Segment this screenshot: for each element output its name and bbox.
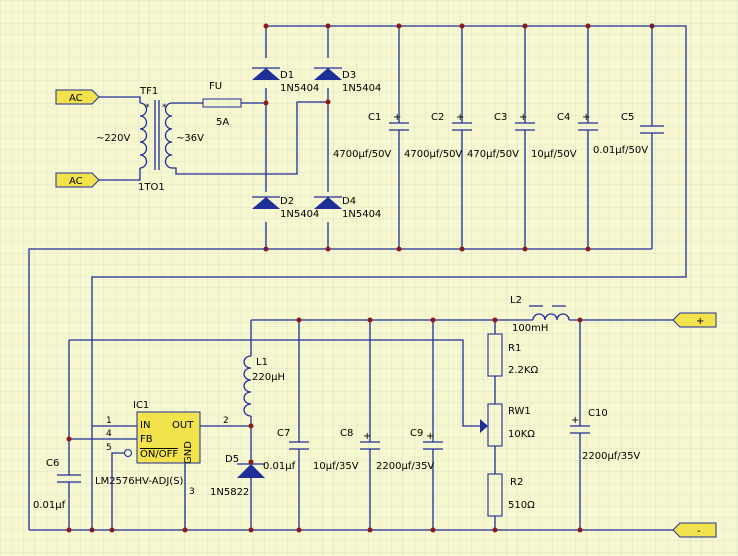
d4-ref: D4 [342, 196, 356, 207]
tf1-part: 1TO1 [138, 182, 165, 193]
c5-ref: C5 [621, 112, 634, 123]
c3-ref: C3 [494, 112, 507, 123]
c8-value: 10μf/35V [313, 461, 359, 472]
c10-value: 2200μf/35V [582, 451, 640, 462]
ic1-pin4-number: 4 [106, 429, 112, 439]
fuse-ref: FU [209, 81, 222, 92]
svg-text:+: + [582, 112, 590, 123]
fuse-value: 5A [216, 117, 229, 128]
ic1-in-pin: IN [140, 420, 150, 431]
tf1-primary-voltage: ~220V [96, 133, 130, 144]
d3-part: 1N5404 [342, 83, 381, 94]
ac-port-top-label: AC [69, 93, 83, 104]
c1-ref: C1 [368, 112, 381, 123]
l2-value: 100mH [512, 323, 548, 334]
svg-text:+: + [426, 431, 434, 442]
d3-ref: D3 [342, 70, 356, 81]
r1-value: 2.2KΩ [508, 365, 538, 376]
ac-port-bottom-label: AC [69, 176, 83, 187]
r2-ref: R2 [510, 477, 523, 488]
rw1-ref: RW1 [508, 406, 531, 417]
c9-ref: C9 [410, 428, 423, 439]
svg-text:+: + [571, 415, 579, 426]
c5-value: 0.01μf/50V [593, 145, 648, 156]
schematic-canvas: AC AC * * TF1 ~220V ~36V 1TO1 FU 5A D1 1… [0, 0, 738, 556]
c4-value: 10μf/50V [531, 149, 577, 160]
ic1-fb-pin: FB [140, 434, 153, 445]
ic1-gnd-pin: GND [183, 441, 194, 464]
c9-value: 2200μf/35V [376, 461, 434, 472]
l1-ref: L1 [256, 357, 268, 368]
r2-value: 510Ω [508, 500, 535, 511]
d5-part: 1N5822 [210, 487, 249, 498]
d2-part: 1N5404 [280, 209, 319, 220]
ic1-part: LM2576HV-ADJ(S) [95, 476, 184, 487]
ic1-onoff-pin: ON/OFF [140, 449, 178, 460]
ic1-ref: IC1 [133, 400, 149, 411]
ic1-pin5-number: 5 [106, 443, 112, 453]
svg-text:+: + [363, 431, 371, 442]
c7-ref: C7 [277, 428, 290, 439]
d2-ref: D2 [280, 196, 294, 207]
d1-ref: D1 [280, 70, 294, 81]
ic1-pin2-number: 2 [223, 416, 229, 426]
l2-ref: L2 [510, 295, 522, 306]
rw1-value: 10KΩ [508, 429, 535, 440]
svg-text:*: * [162, 103, 167, 113]
c2-ref: C2 [431, 112, 444, 123]
l1-value: 220μH [252, 372, 285, 383]
c10-ref: C10 [588, 408, 608, 419]
ac-port-bottom[interactable]: AC [55, 172, 100, 188]
svg-text:+: + [519, 112, 527, 123]
svg-text:*: * [145, 103, 150, 113]
c6-value: 0.01μf [33, 500, 66, 511]
output-port-minus[interactable]: - [672, 522, 717, 538]
c2-value: 4700μf/50V [404, 149, 462, 160]
d4-part: 1N5404 [342, 209, 381, 220]
c7-value: 0.01μf [263, 461, 296, 472]
ic1-out-pin: OUT [172, 420, 194, 431]
output-minus-label: - [697, 526, 701, 537]
r1-ref: R1 [508, 343, 521, 354]
output-port-plus[interactable]: + [672, 312, 717, 328]
ic1-pin3-number: 3 [189, 487, 195, 497]
ac-port-top[interactable]: AC [55, 89, 100, 105]
d1-part: 1N5404 [280, 83, 319, 94]
tf1-secondary-voltage: ~36V [176, 133, 204, 144]
c6-ref: C6 [46, 458, 59, 469]
c8-ref: C8 [340, 428, 353, 439]
c4-ref: C4 [557, 112, 570, 123]
svg-text:+: + [456, 112, 464, 123]
d5-ref: D5 [225, 454, 239, 465]
output-plus-label: + [696, 316, 704, 327]
ic1-pin1-number: 1 [106, 416, 112, 426]
c1-value: 4700μf/50V [333, 149, 391, 160]
tf1-ref: TF1 [139, 86, 158, 97]
svg-text:+: + [393, 112, 401, 123]
c3-value: 470μf/50V [467, 149, 519, 160]
